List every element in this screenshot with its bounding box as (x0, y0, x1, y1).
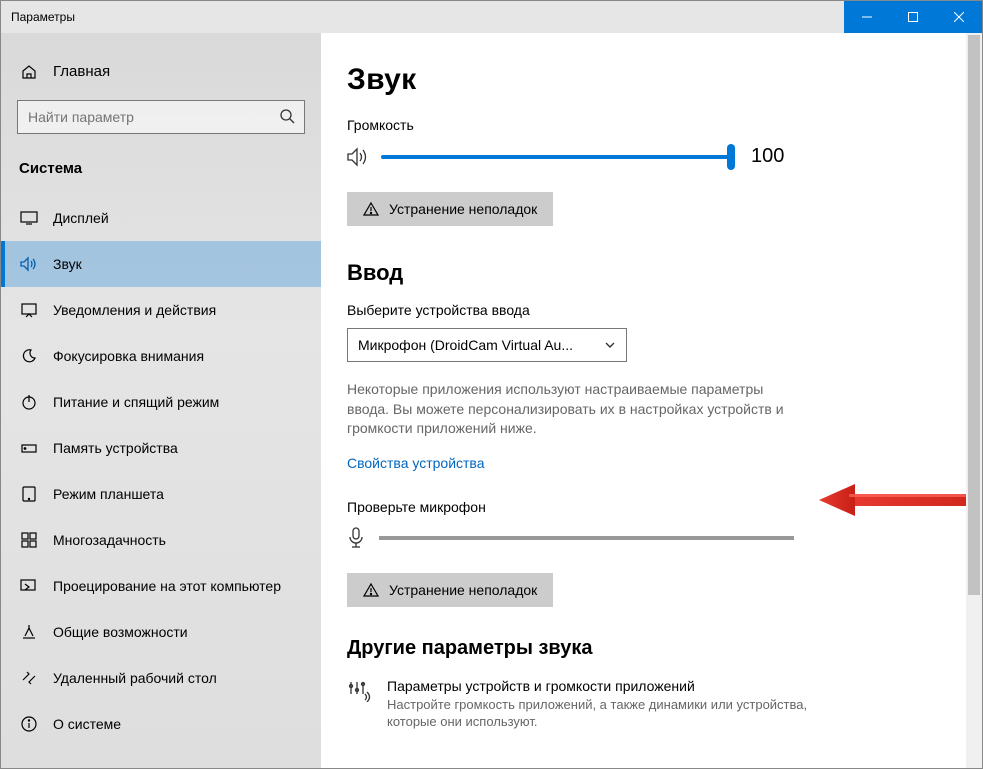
sidebar-item-shared[interactable]: Общие возможности (1, 609, 321, 655)
search-input[interactable] (17, 100, 305, 134)
select-value: Микрофон (DroidCam Virtual Au... (358, 337, 573, 353)
sidebar-section-label: Система (1, 150, 321, 183)
titlebar: Параметры (1, 1, 982, 33)
option-desc: Настройте громкость приложений, а также … (387, 696, 817, 731)
sidebar-item-tablet[interactable]: Режим планшета (1, 471, 321, 517)
sidebar-item-remote[interactable]: Удаленный рабочий стол (1, 655, 321, 701)
speaker-icon (347, 147, 369, 167)
sidebar-item-label: Проецирование на этот компьютер (53, 578, 281, 594)
maximize-button[interactable] (890, 1, 936, 33)
button-label: Устранение неполадок (389, 201, 537, 217)
volume-row: 100 (347, 145, 942, 168)
app-volume-option[interactable]: Параметры устройств и громкости приложен… (347, 678, 942, 731)
project-icon (19, 579, 39, 593)
sidebar-item-label: Дисплей (53, 210, 109, 226)
home-icon (19, 64, 39, 80)
microphone-icon (347, 527, 365, 549)
device-properties-link[interactable]: Свойства устройства (347, 455, 942, 471)
window-title: Параметры (1, 10, 844, 24)
sidebar-item-label: Общие возможности (53, 624, 188, 640)
input-description: Некоторые приложения используют настраив… (347, 380, 807, 439)
storage-icon (19, 440, 39, 456)
sidebar-item-label: Звук (53, 256, 82, 272)
multitask-icon (19, 532, 39, 548)
scrollbar-thumb[interactable] (968, 35, 980, 595)
sidebar-item-focus[interactable]: Фокусировка внимания (1, 333, 321, 379)
test-mic-label: Проверьте микрофон (347, 499, 942, 515)
page-title: Звук (347, 63, 942, 97)
input-heading: Ввод (347, 260, 942, 286)
sidebar-item-label: О системе (53, 716, 121, 732)
display-icon (19, 211, 39, 225)
sidebar-item-label: Уведомления и действия (53, 302, 216, 318)
sidebar-item-multitask[interactable]: Многозадачность (1, 517, 321, 563)
power-icon (19, 394, 39, 410)
sidebar-item-power[interactable]: Питание и спящий режим (1, 379, 321, 425)
vertical-scrollbar[interactable] (966, 33, 982, 768)
troubleshoot-output-button[interactable]: Устранение неполадок (347, 192, 553, 226)
sidebar-item-notifications[interactable]: Уведомления и действия (1, 287, 321, 333)
mic-meter (379, 536, 794, 540)
sidebar-item-label: Режим планшета (53, 486, 164, 502)
troubleshoot-input-button[interactable]: Устранение неполадок (347, 573, 553, 607)
sidebar-item-label: Удаленный рабочий стол (53, 670, 217, 686)
tablet-icon (19, 486, 39, 502)
sidebar-item-sound[interactable]: Звук (1, 241, 321, 287)
minimize-button[interactable] (844, 1, 890, 33)
button-label: Устранение неполадок (389, 582, 537, 598)
sidebar-home-label: Главная (53, 63, 110, 80)
sidebar-item-about[interactable]: О системе (1, 701, 321, 747)
shared-icon (19, 624, 39, 640)
sidebar-item-storage[interactable]: Память устройства (1, 425, 321, 471)
notification-icon (19, 302, 39, 318)
warning-icon (363, 582, 379, 598)
input-device-select[interactable]: Микрофон (DroidCam Virtual Au... (347, 328, 627, 362)
sidebar: Главная Система Дисплей Звук Уведомления… (1, 33, 321, 768)
remote-icon (19, 670, 39, 686)
slider-thumb[interactable] (727, 144, 735, 170)
nav-list: Дисплей Звук Уведомления и действия Фоку… (1, 195, 321, 747)
info-icon (19, 716, 39, 732)
mic-row (347, 527, 942, 549)
sidebar-item-projecting[interactable]: Проецирование на этот компьютер (1, 563, 321, 609)
sidebar-home[interactable]: Главная (1, 53, 321, 90)
sidebar-item-label: Память устройства (53, 440, 178, 456)
sidebar-item-label: Питание и спящий режим (53, 394, 219, 410)
warning-icon (363, 201, 379, 217)
mixer-icon (347, 678, 371, 702)
main-content: Звук Громкость 100 Устранение неполадок … (321, 33, 982, 768)
search-icon (279, 108, 295, 124)
close-button[interactable] (936, 1, 982, 33)
window-buttons (844, 1, 982, 33)
search-wrap (17, 100, 305, 134)
option-title: Параметры устройств и громкости приложен… (387, 678, 817, 694)
moon-icon (19, 348, 39, 364)
sidebar-item-label: Фокусировка внимания (53, 348, 204, 364)
choose-input-label: Выберите устройства ввода (347, 302, 942, 318)
sidebar-item-label: Многозадачность (53, 532, 166, 548)
sidebar-item-display[interactable]: Дисплей (1, 195, 321, 241)
sound-icon (19, 256, 39, 272)
volume-label: Громкость (347, 117, 942, 133)
volume-slider[interactable] (381, 155, 731, 159)
other-heading: Другие параметры звука (347, 637, 942, 660)
chevron-down-icon (604, 339, 616, 351)
volume-value: 100 (751, 145, 784, 168)
